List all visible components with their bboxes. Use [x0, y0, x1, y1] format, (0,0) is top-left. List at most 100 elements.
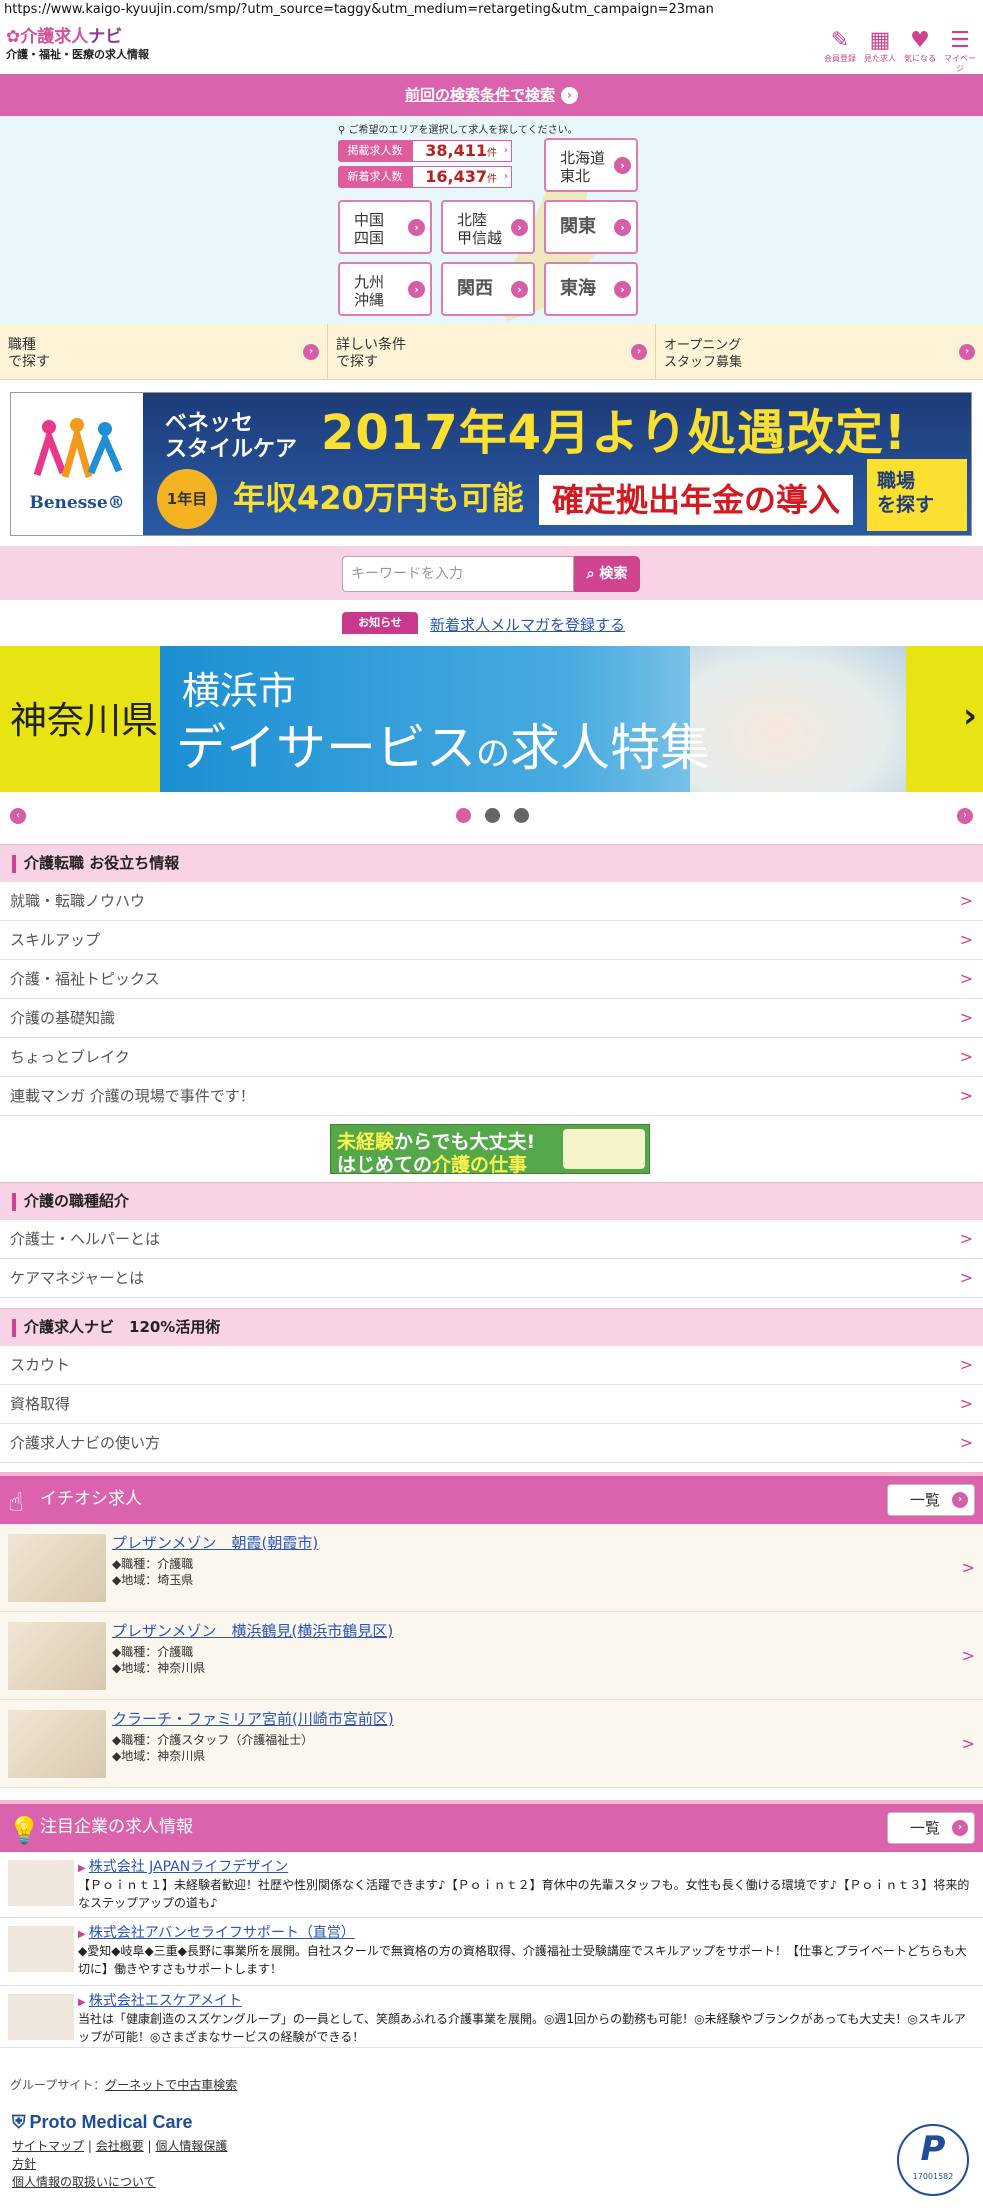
keyword-input[interactable]: キーワードを入力	[342, 556, 574, 592]
benesse-banner[interactable]: Benesse® ベネッセ スタイルケア 2017年4月より処遇改定! 1年目 年…	[10, 392, 972, 536]
heart-nav[interactable]: ♥ 気になる	[903, 28, 937, 74]
area-map: ⚲ ご希望のエリアを選択して求人を探してください。 掲載求人数 38,411件 ›…	[0, 116, 983, 324]
header-icon-label: 会員登録	[824, 54, 856, 63]
list-item[interactable]: 資格取得 >	[0, 1385, 983, 1424]
banner-cta-1: 職場	[877, 470, 916, 492]
region-label: 中国	[354, 211, 385, 229]
region-chugoku-shikoku[interactable]: 中国 四国 ›	[338, 200, 432, 254]
privacy-policy-link-2[interactable]: 方針	[12, 2157, 36, 2171]
featured-more-button[interactable]: 一覧 ›	[887, 1484, 975, 1516]
list-item[interactable]: 就職・転職ノウハウ >	[0, 882, 983, 921]
company-card[interactable]: 株式会社エスケアメイト当社は「健康創造のスズケングループ」の一員として、笑顔あふ…	[0, 1986, 983, 2048]
job-title-link[interactable]: クラーチ・ファミリア宮前(川崎市宮前区)	[112, 1708, 394, 1729]
stat-new-value: 16,437	[425, 167, 487, 186]
arrow-right-icon: ›	[408, 219, 425, 236]
tab-label: オープニング	[664, 338, 742, 353]
list-item[interactable]: 介護・福祉トピックス >	[0, 960, 983, 999]
carousel-next-icon[interactable]: ›	[957, 808, 973, 824]
benesse-brand: Benesse®	[29, 493, 125, 513]
newsletter-link[interactable]: 新着求人メルマガを登録する	[430, 614, 625, 635]
banner-illustration	[563, 1129, 645, 1169]
company-logo	[8, 1994, 74, 2040]
tab-opening-staff[interactable]: オープニング スタッフ募集 ›	[656, 324, 983, 379]
tab-label: 詳しい条件	[336, 337, 406, 353]
tab-label: スタッフ募集	[664, 355, 743, 370]
notice-tag: お知らせ	[342, 612, 418, 634]
area-note-text: ご希望のエリアを選択して求人を探してください。	[348, 125, 578, 136]
company-name-link[interactable]: 株式会社エスケアメイト	[78, 1990, 242, 2010]
prev-search-button[interactable]: 前回の検索条件で検索 ›	[0, 74, 983, 116]
tab-search-jobtype[interactable]: 職種 で探す ›	[0, 324, 328, 379]
list-item[interactable]: ちょっとブレイク >	[0, 1038, 983, 1077]
companies-title: 注目企業の求人情報	[40, 1817, 193, 1837]
job-card[interactable]: プレザンメゾン 横浜鶴見(横浜市鶴見区) ◆職種：介護職 ◆地域：神奈川県 >	[0, 1612, 983, 1700]
list-item-label: 資格取得	[10, 1395, 71, 1413]
region-label: 北陸	[457, 211, 488, 229]
list-item[interactable]: ケアマネジャーとは >	[0, 1259, 983, 1298]
carousel-dot[interactable]	[485, 808, 500, 823]
banner-people-photo	[690, 646, 906, 792]
privacy-handling-link[interactable]: 個人情報の取扱いについて	[12, 2175, 156, 2189]
list-item[interactable]: 連載マンガ 介護の現場で事件です！ >	[0, 1077, 983, 1116]
arrow-right-icon: ›	[952, 1492, 968, 1508]
list-item[interactable]: スカウト >	[0, 1346, 983, 1385]
featured-header: ☝ イチオシ求人 一覧 ›	[0, 1472, 983, 1524]
region-label: 関東	[560, 216, 596, 237]
carousel-prev-icon[interactable]: ‹	[10, 808, 26, 824]
keyword-search: キーワードを入力 ⌕ 検索	[0, 546, 983, 600]
region-kyushu-okinawa[interactable]: 九州 沖縄 ›	[338, 262, 432, 316]
mypage-nav[interactable]: ☰ マイページ	[943, 28, 977, 74]
banner-city: 横浜市	[182, 669, 297, 713]
logo-subtitle: 介護・福祉・医療の求人情報	[6, 48, 149, 61]
tab-search-conditions[interactable]: 詳しい条件 で探す ›	[328, 324, 656, 379]
region-hokuriku-koshinetsu[interactable]: 北陸 甲信越 ›	[441, 200, 535, 254]
list-item[interactable]: スキルアップ >	[0, 921, 983, 960]
region-label: 九州	[354, 273, 385, 291]
privacy-policy-link[interactable]: 個人情報保護	[155, 2139, 227, 2153]
section-usage-title: 介護求人ナビ 120%活用術	[0, 1308, 983, 1346]
site-logo[interactable]: ✿介護求人ナビ 介護・福祉・医療の求人情報	[6, 26, 149, 61]
pencil-nav[interactable]: ✎ 会員登録	[823, 28, 857, 74]
carousel-dot[interactable]	[456, 808, 471, 823]
job-title-link[interactable]: プレザンメゾン 朝霞(朝霞市)	[112, 1532, 318, 1553]
list-item[interactable]: 介護の基礎知識 >	[0, 999, 983, 1038]
region-hokkaido-tohoku[interactable]: 北海道 東北 ›	[544, 138, 638, 192]
arrow-right-icon: ›	[959, 344, 975, 360]
banner-cta[interactable]: 職場 を探す	[867, 459, 967, 531]
company-card[interactable]: 株式会社アバンセライフサポート（直営）◆愛知◆岐阜◆三重◆長野に事業所を展開。自…	[0, 1918, 983, 1986]
stat-total[interactable]: 掲載求人数 38,411件 ›	[338, 140, 512, 162]
beginner-banner[interactable]: 未経験からでも大丈夫! はじめての介護の仕事	[330, 1124, 650, 1176]
region-kanto[interactable]: 関東 ›	[544, 200, 638, 254]
region-kansai[interactable]: 関西 ›	[441, 262, 535, 316]
stat-new[interactable]: 新着求人数 16,437件 ›	[338, 166, 512, 188]
sitemap-link[interactable]: サイトマップ	[12, 2139, 84, 2153]
company-name-link[interactable]: 株式会社アバンセライフサポート（直営）	[78, 1922, 355, 1942]
list-item-label: 連載マンガ 介護の現場で事件です！	[10, 1087, 255, 1105]
list-item[interactable]: 介護士・ヘルパーとは >	[0, 1220, 983, 1259]
job-area: ◆地域：神奈川県	[112, 1749, 206, 1763]
carousel-dots	[456, 808, 529, 823]
job-photo	[8, 1710, 106, 1778]
search-icon: ⌕	[586, 566, 595, 582]
banner-title-b: の	[476, 734, 510, 774]
mid-banner-2b: 介護の仕事	[432, 1154, 528, 1176]
job-type: ◆職種：介護職	[112, 1557, 194, 1571]
list-item[interactable]: 介護求人ナビの使い方 >	[0, 1424, 983, 1463]
carousel-controls: ‹ ›	[0, 800, 983, 832]
companies-more-button[interactable]: 一覧 ›	[887, 1812, 975, 1844]
search-button[interactable]: ⌕ 検索	[574, 556, 640, 592]
carousel-dot[interactable]	[514, 808, 529, 823]
kanagawa-banner[interactable]: 神奈川県 横浜市 デイサービスの求人特集 ›	[0, 646, 983, 792]
chevron-right-icon[interactable]: ›	[963, 696, 977, 736]
region-label: 関西	[457, 278, 493, 299]
company-card[interactable]: 株式会社 JAPANライフデザイン【Ｐｏｉｎｔ１】未経験者歓迎！社歴や性別関係な…	[0, 1852, 983, 1918]
company-name-link[interactable]: 株式会社 JAPANライフデザイン	[78, 1856, 289, 1876]
calendar-nav[interactable]: ▦ 見た求人	[863, 28, 897, 74]
company-logo	[8, 1926, 74, 1972]
job-card[interactable]: クラーチ・ファミリア宮前(川崎市宮前区) ◆職種：介護スタッフ（介護福祉士） ◆地域…	[0, 1700, 983, 1788]
region-tokai[interactable]: 東海 ›	[544, 262, 638, 316]
job-title-link[interactable]: プレザンメゾン 横浜鶴見(横浜市鶴見区)	[112, 1620, 393, 1641]
company-link[interactable]: 会社概要	[96, 2139, 144, 2153]
job-card[interactable]: プレザンメゾン 朝霞(朝霞市) ◆職種：介護職 ◆地域：埼玉県 >	[0, 1524, 983, 1612]
goo-net-link[interactable]: グーネットで中古車検索	[105, 2078, 237, 2092]
